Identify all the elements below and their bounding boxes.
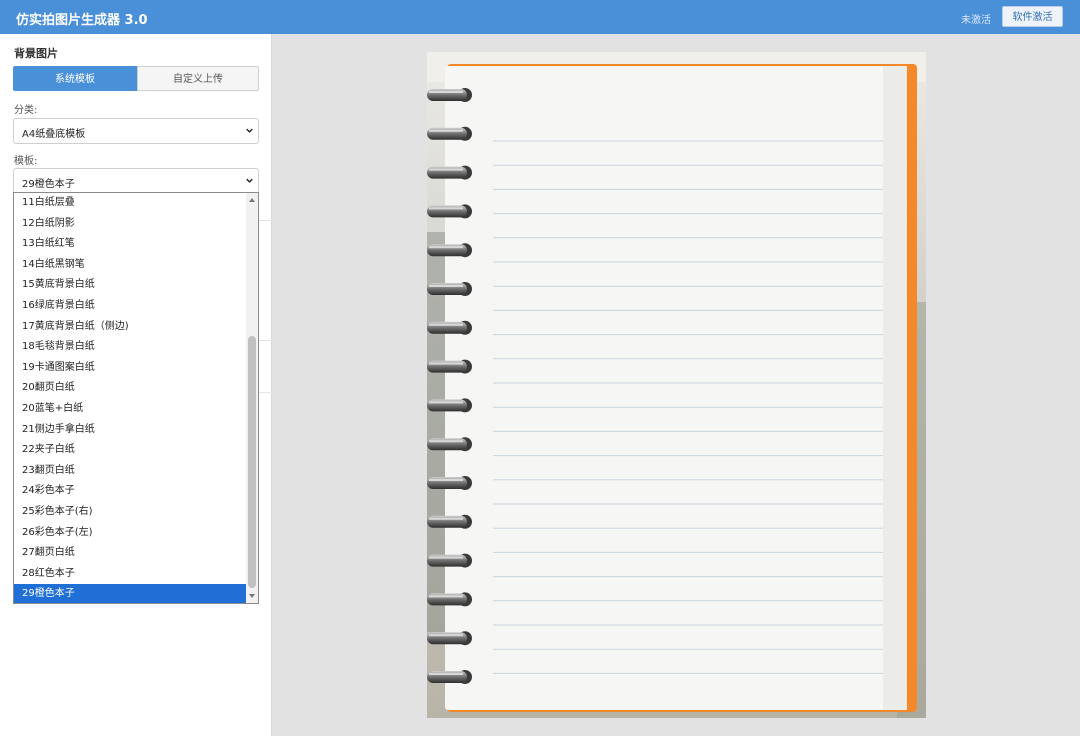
template-option[interactable]: 24彩色本子 [14, 481, 246, 502]
category-label: 分类: [14, 105, 38, 116]
template-option[interactable]: 15黄底背景白纸 [14, 275, 246, 296]
template-select-value: 29橙色本子 [22, 179, 75, 190]
spiral-ring [427, 398, 472, 413]
template-option[interactable]: 28红色本子 [14, 564, 246, 585]
template-option[interactable]: 16绿底背景白纸 [14, 296, 246, 317]
spiral-ring [427, 670, 472, 684]
spiral-ring [427, 88, 472, 102]
notebook-preview-image [427, 52, 926, 718]
tab-system-templates[interactable]: 系统模板 [13, 66, 137, 91]
background-section-heading: 背景图片 [14, 47, 58, 60]
template-option[interactable]: 12白纸阴影 [14, 214, 246, 235]
template-option[interactable]: 27翻页白纸 [14, 543, 246, 564]
category-select-value: A4纸叠底模板 [22, 129, 86, 140]
divider [259, 340, 272, 341]
template-option[interactable]: 23翻页白纸 [14, 461, 246, 482]
template-option[interactable]: 18毛毯背景白纸 [14, 337, 246, 358]
template-option[interactable]: 20蓝笔+白纸 [14, 399, 246, 420]
dropdown-scrollbar[interactable] [246, 193, 258, 603]
activate-button[interactable]: 软件激活 [1002, 6, 1063, 27]
spiral-ring [427, 359, 472, 374]
template-option[interactable]: 21侧边手拿白纸 [14, 420, 246, 441]
preview-area [272, 34, 1080, 736]
spiral-ring [427, 282, 472, 296]
template-option[interactable]: 29橙色本子 [14, 584, 246, 603]
template-option[interactable]: 19卡通图案白纸 [14, 358, 246, 379]
chevron-down-icon [246, 178, 253, 183]
template-option[interactable]: 22夹子白纸 [14, 440, 246, 461]
template-option[interactable]: 25彩色本子(右) [14, 502, 246, 523]
scroll-up-arrow-icon[interactable] [248, 196, 256, 204]
template-option[interactable]: 17黄底背景白纸（侧边) [14, 317, 246, 338]
template-option[interactable]: 20翻页白纸 [14, 378, 246, 399]
template-label: 模板: [14, 156, 38, 167]
template-option[interactable]: 26彩色本子(左) [14, 523, 246, 544]
tab-custom-upload[interactable]: 自定义上传 [137, 66, 259, 91]
divider [259, 220, 272, 221]
scroll-down-arrow-icon[interactable] [248, 592, 256, 600]
spiral-ring [427, 553, 472, 568]
notebook-page [445, 66, 907, 710]
spiral-ring [427, 437, 472, 452]
spiral-ring [427, 126, 472, 141]
spiral-ring [427, 592, 472, 607]
template-option[interactable]: 13白纸红笔 [14, 234, 246, 255]
divider [259, 392, 272, 393]
spiral-ring [427, 165, 472, 180]
app-title: 仿实拍图片生成器 3.0 [16, 13, 148, 28]
activation-status: 未激活 [961, 15, 991, 26]
title-bar: 仿实拍图片生成器 3.0 未激活 软件激活 [0, 0, 1080, 34]
spiral-ring [427, 514, 472, 529]
template-dropdown-list[interactable]: 11白纸层叠 12白纸阴影 13白纸红笔 14白纸黑钢笔 15黄底背景白纸 16绿底背景白… [13, 192, 259, 604]
chevron-down-icon [246, 128, 253, 133]
spiral-ring [427, 631, 472, 646]
template-option[interactable]: 14白纸黑钢笔 [14, 255, 246, 276]
spiral-ring [427, 320, 472, 335]
category-select[interactable]: A4纸叠底模板 [13, 118, 259, 144]
spiral-ring [427, 204, 472, 219]
scrollbar-thumb[interactable] [248, 336, 256, 588]
template-select[interactable]: 29橙色本子 [13, 168, 259, 194]
spiral-ring [427, 476, 472, 490]
spiral-ring [427, 243, 472, 258]
template-option[interactable]: 11白纸层叠 [14, 193, 246, 214]
